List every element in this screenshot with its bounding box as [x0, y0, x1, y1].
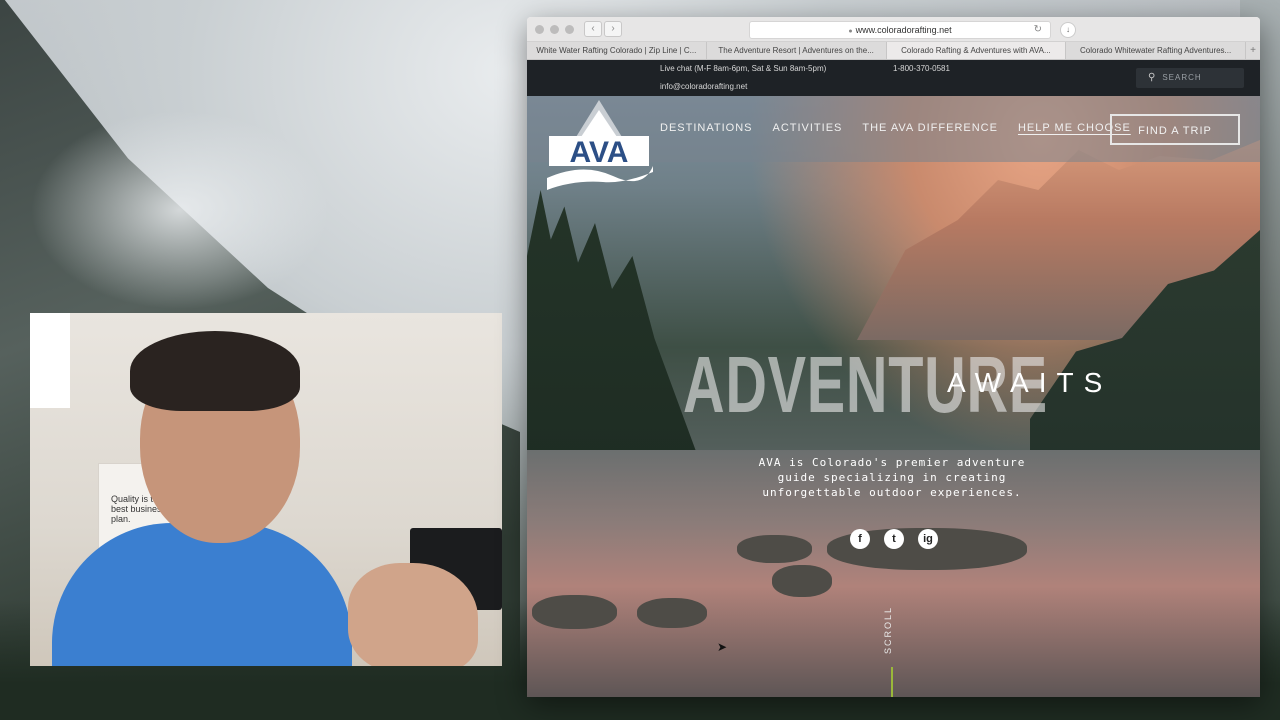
- mouse-cursor-icon: ➤: [717, 640, 728, 654]
- social-links: f t ig: [850, 529, 938, 549]
- search-box[interactable]: ⚲ SEARCH: [1136, 68, 1244, 88]
- website-viewport: Live chat (M-F 8am-6pm, Sat & Sun 8am-5p…: [527, 60, 1260, 697]
- history-buttons: ‹ ›: [584, 21, 622, 37]
- address-bar[interactable]: ● www.coloradorafting.net ↻: [749, 21, 1051, 39]
- webcam-overlay: Quality is the best business plan.: [30, 313, 502, 666]
- close-window-button[interactable]: [535, 24, 544, 34]
- webcam-lamp: [30, 313, 70, 408]
- window-controls: [535, 24, 574, 34]
- browser-tab[interactable]: White Water Rafting Colorado | Zip Line …: [527, 42, 707, 59]
- facebook-icon[interactable]: f: [850, 529, 870, 549]
- hero-tagline: AVA is Colorado's premier adventure guid…: [758, 456, 1026, 499]
- nav-destinations[interactable]: DESTINATIONS: [660, 122, 752, 134]
- ava-logo[interactable]: AVA: [543, 100, 655, 192]
- find-a-trip-button[interactable]: FIND A TRIP: [1110, 114, 1240, 145]
- logo-wave: [547, 166, 653, 190]
- presenter-shirt: [52, 523, 352, 666]
- live-chat-link[interactable]: Live chat (M-F 8am-6pm, Sat & Sun 8am-5p…: [660, 64, 826, 73]
- email-link[interactable]: info@coloradorafting.net: [660, 82, 747, 91]
- search-placeholder: SEARCH: [1162, 73, 1202, 82]
- browser-window: ‹ › ● www.coloradorafting.net ↻ ↓ White W…: [527, 17, 1260, 697]
- minimize-window-button[interactable]: [550, 24, 559, 34]
- presenter-hand: [348, 563, 478, 666]
- browser-tab[interactable]: The Adventure Resort | Adventures on the…: [707, 42, 887, 59]
- zoom-window-button[interactable]: [565, 24, 574, 34]
- browser-tab-active[interactable]: Colorado Rafting & Adventures with AVA..…: [886, 42, 1067, 59]
- lock-icon: ●: [848, 28, 853, 35]
- hero-subheadline: AWAITS: [947, 367, 1113, 398]
- instagram-icon[interactable]: ig: [918, 529, 938, 549]
- lake-rock: [772, 565, 832, 597]
- nav-links: DESTINATIONS ACTIVITIES THE AVA DIFFEREN…: [660, 122, 1131, 134]
- nav-activities[interactable]: ACTIVITIES: [772, 122, 842, 134]
- browser-titlebar: ‹ › ● www.coloradorafting.net ↻ ↓: [527, 17, 1260, 42]
- lake-rock: [532, 595, 617, 629]
- search-icon: ⚲: [1148, 72, 1157, 83]
- download-icon[interactable]: ↓: [1060, 22, 1076, 38]
- lake-rock: [737, 535, 812, 563]
- nav-ava-difference[interactable]: THE AVA DIFFERENCE: [862, 122, 998, 134]
- presenter-hair: [130, 331, 300, 411]
- new-tab-button[interactable]: +: [1246, 42, 1260, 59]
- logo-text: AVA: [570, 136, 629, 169]
- forward-button[interactable]: ›: [604, 21, 622, 37]
- back-button[interactable]: ‹: [584, 21, 602, 37]
- browser-tab[interactable]: Colorado Whitewater Rafting Adventures..…: [1066, 42, 1246, 59]
- utility-bar: Live chat (M-F 8am-6pm, Sat & Sun 8am-5p…: [527, 60, 1260, 96]
- reload-icon[interactable]: ↻: [1034, 22, 1042, 38]
- scroll-indicator-line: [891, 667, 893, 697]
- address-text: www.coloradorafting.net: [855, 25, 952, 35]
- scroll-indicator[interactable]: SCROLL: [883, 606, 893, 654]
- phone-link[interactable]: 1-800-370-0581: [893, 64, 950, 73]
- wallpaper-mist: [30, 110, 330, 310]
- tab-bar: White Water Rafting Colorado | Zip Line …: [527, 42, 1260, 60]
- twitter-icon[interactable]: t: [884, 529, 904, 549]
- lake-rock: [637, 598, 707, 628]
